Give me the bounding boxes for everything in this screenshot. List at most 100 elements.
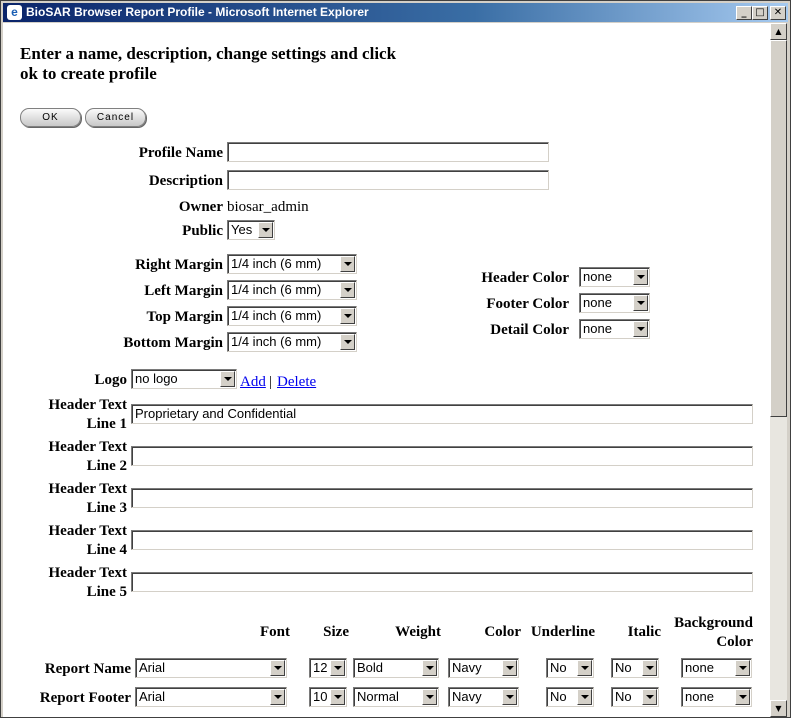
italic-select[interactable]: No <box>611 687 659 707</box>
background-value: none <box>685 660 714 675</box>
right-margin-select[interactable]: 1/4 inch (6 mm) <box>227 254 357 274</box>
col-header-weight: Weight <box>395 624 441 640</box>
browser-window: e BioSAR Browser Report Profile - Micros… <box>0 0 791 718</box>
weight-select[interactable]: Bold <box>353 658 439 678</box>
footer-color-select[interactable]: none <box>579 293 650 313</box>
public-select[interactable]: Yes <box>227 220 275 240</box>
right-margin-label: Right Margin <box>135 257 223 273</box>
col-header-background: Background <box>674 615 753 631</box>
owner-value: biosar_admin <box>227 199 309 215</box>
left-margin-select[interactable]: 1/4 inch (6 mm) <box>227 280 357 300</box>
header-text-input-1[interactable]: Proprietary and Confidential <box>131 404 753 424</box>
ie-icon: e <box>7 5 22 20</box>
header-color-value: none <box>583 269 612 284</box>
underline-value: No <box>550 689 567 704</box>
scroll-thumb[interactable] <box>770 40 787 417</box>
add-logo-link[interactable]: Add <box>240 373 266 391</box>
chevron-down-icon[interactable] <box>422 660 437 676</box>
chevron-down-icon[interactable] <box>220 371 235 387</box>
weight-value: Bold <box>357 660 384 675</box>
chevron-down-icon[interactable] <box>735 689 750 705</box>
bottom-margin-select[interactable]: 1/4 inch (6 mm) <box>227 332 357 352</box>
logo-value: no logo <box>135 371 178 386</box>
scroll-down-button[interactable]: ▼ <box>770 700 787 717</box>
ok-button[interactable]: OK <box>20 108 81 127</box>
profile-name-label: Profile Name <box>138 145 223 161</box>
chevron-down-icon[interactable] <box>642 689 657 705</box>
chevron-down-icon[interactable] <box>340 282 355 298</box>
header-text-line-label: Line 3 <box>86 500 127 516</box>
header-text-line-label: Line 4 <box>86 542 127 558</box>
chevron-down-icon[interactable] <box>422 689 437 705</box>
weight-select[interactable]: Normal <box>353 687 439 707</box>
maximize-button[interactable]: □ <box>752 6 768 20</box>
header-color-label: Header Color <box>481 270 569 286</box>
font-select[interactable]: Arial <box>135 658 287 678</box>
size-select[interactable]: 12 <box>309 658 347 678</box>
detail-color-select[interactable]: none <box>579 319 650 339</box>
font-row-label: Report Name <box>44 661 131 677</box>
chevron-down-icon[interactable] <box>270 689 285 705</box>
chevron-down-icon[interactable] <box>270 660 285 676</box>
chevron-down-icon[interactable] <box>330 660 345 676</box>
background-select[interactable]: none <box>681 658 752 678</box>
underline-select[interactable]: No <box>546 658 594 678</box>
left-margin-label: Left Margin <box>144 283 223 299</box>
header-text-input-5[interactable] <box>131 572 753 592</box>
logo-select[interactable]: no logo <box>131 369 237 389</box>
minimize-button[interactable]: _ <box>736 6 752 20</box>
top-margin-select[interactable]: 1/4 inch (6 mm) <box>227 306 357 326</box>
size-select[interactable]: 10 <box>309 687 347 707</box>
page-heading: Enter a name, description, change settin… <box>20 44 397 83</box>
header-text-input-2[interactable] <box>131 446 753 466</box>
header-text-line-label: Line 5 <box>86 584 127 600</box>
color-value: Navy <box>452 660 482 675</box>
chevron-down-icon[interactable] <box>340 334 355 350</box>
cancel-button[interactable]: Cancel <box>85 108 146 127</box>
public-label: Public <box>182 223 223 239</box>
left-margin-value: 1/4 inch (6 mm) <box>231 282 322 297</box>
col-header-italic: Italic <box>627 624 661 640</box>
col-header-underline: Underline <box>530 624 595 640</box>
header-text-input-3[interactable] <box>131 488 753 508</box>
color-select[interactable]: Navy <box>448 658 519 678</box>
underline-value: No <box>550 660 567 675</box>
italic-select[interactable]: No <box>611 658 659 678</box>
chevron-down-icon[interactable] <box>502 660 517 676</box>
chevron-down-icon[interactable] <box>735 660 750 676</box>
chevron-down-icon[interactable] <box>633 269 648 285</box>
bottom-margin-label: Bottom Margin <box>123 335 223 351</box>
delete-logo-link[interactable]: Delete <box>277 373 316 391</box>
underline-select[interactable]: No <box>546 687 594 707</box>
chevron-down-icon[interactable] <box>642 660 657 676</box>
page-content: Enter a name, description, change settin… <box>3 23 770 717</box>
right-margin-value: 1/4 inch (6 mm) <box>231 256 322 271</box>
chevron-down-icon[interactable] <box>577 689 592 705</box>
chevron-down-icon[interactable] <box>330 689 345 705</box>
close-button[interactable]: ✕ <box>770 6 786 20</box>
font-value: Arial <box>139 689 166 704</box>
header-color-select[interactable]: none <box>579 267 650 287</box>
chevron-down-icon[interactable] <box>633 321 648 337</box>
footer-color-label: Footer Color <box>486 296 569 312</box>
chevron-down-icon[interactable] <box>258 222 273 238</box>
title-bar: e BioSAR Browser Report Profile - Micros… <box>3 3 788 22</box>
chevron-down-icon[interactable] <box>577 660 592 676</box>
description-input[interactable] <box>227 170 549 190</box>
background-select[interactable]: none <box>681 687 752 707</box>
chevron-down-icon[interactable] <box>633 295 648 311</box>
footer-color-value: none <box>583 295 612 310</box>
chevron-down-icon[interactable] <box>340 308 355 324</box>
header-text-line-label: Line 1 <box>86 416 127 432</box>
chevron-down-icon[interactable] <box>502 689 517 705</box>
font-select[interactable]: Arial <box>135 687 287 707</box>
color-value: Navy <box>452 689 482 704</box>
header-text-input-4[interactable] <box>131 530 753 550</box>
color-select[interactable]: Navy <box>448 687 519 707</box>
scroll-up-button[interactable]: ▲ <box>770 23 787 40</box>
header-text-label: Header Text <box>48 523 127 539</box>
vertical-scrollbar[interactable]: ▲ ▼ <box>770 23 787 717</box>
chevron-down-icon[interactable] <box>340 256 355 272</box>
col-header-background-color: Color <box>716 634 753 650</box>
profile-name-input[interactable] <box>227 142 549 162</box>
